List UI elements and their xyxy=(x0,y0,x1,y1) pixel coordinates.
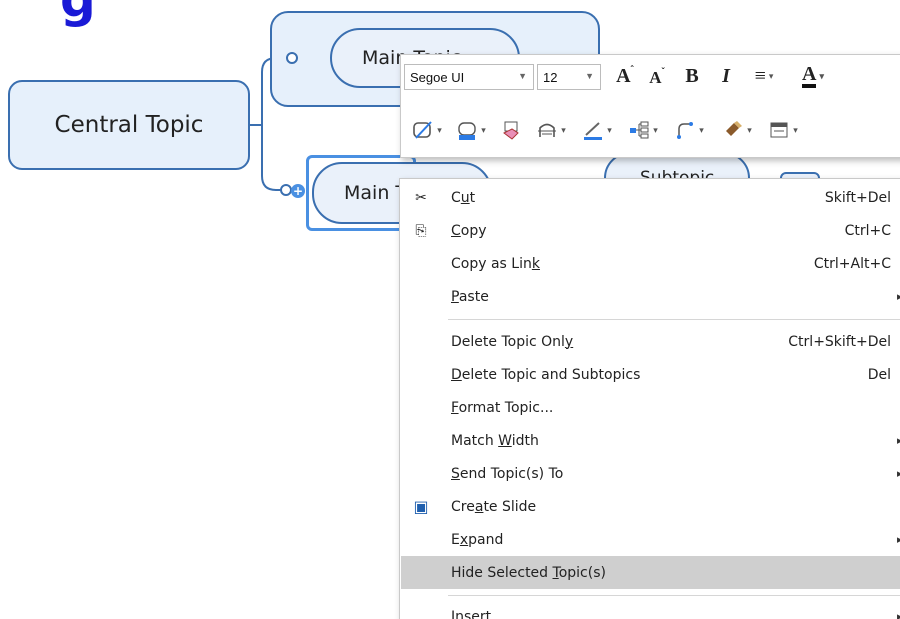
menu-item-delete-topic-only[interactable]: Delete Topic Only Ctrl+Skift+Del xyxy=(401,325,900,358)
menu-item-match-width[interactable]: Match Width ▸ xyxy=(401,424,900,457)
bold-icon[interactable]: B xyxy=(681,61,703,91)
add-topic-icon[interactable]: + xyxy=(291,184,305,198)
align-text-icon[interactable]: ≡ ▾ xyxy=(747,61,781,91)
font-size-value: 12 xyxy=(543,69,558,85)
italic-icon[interactable]: I xyxy=(715,61,737,91)
context-menu: ✂ Cut Skift+Del ⎘ Copy Ctrl+C Copy as Li… xyxy=(399,178,900,619)
canvas: g Main Topic Central Topic Main Topic + … xyxy=(0,0,900,619)
shortcut-label: Ctrl+Alt+C xyxy=(813,255,891,272)
menu-item-copy[interactable]: ⎘ Copy Ctrl+C xyxy=(401,214,900,247)
shortcut-label: Ctrl+C xyxy=(844,222,891,239)
more-options-icon[interactable]: ▾ xyxy=(763,115,803,145)
menu-item-copy-as-link[interactable]: Copy as Link Ctrl+Alt+C xyxy=(401,247,900,280)
font-name-select[interactable]: Segoe UI ▼ xyxy=(404,64,534,90)
menu-item-format-topic[interactable]: Format Topic... xyxy=(401,391,900,424)
menu-item-cut[interactable]: ✂ Cut Skift+Del xyxy=(401,181,900,214)
format-painter-icon[interactable]: ▾ xyxy=(717,115,757,145)
font-size-select[interactable]: 12 ▼ xyxy=(537,64,601,90)
slide-icon: ▣ xyxy=(413,497,429,516)
chevron-down-icon: ▼ xyxy=(585,71,594,81)
shrink-font-icon[interactable]: Aˇ xyxy=(645,63,669,93)
boundary-icon[interactable]: ▾ xyxy=(531,115,571,145)
menu-item-send-topics-to[interactable]: Send Topic(s) To ▸ xyxy=(401,457,900,490)
connector-icon[interactable]: ▾ xyxy=(669,115,709,145)
shortcut-label: Skift+Del xyxy=(824,189,891,206)
grow-font-icon[interactable]: Aˆ xyxy=(613,61,637,91)
font-name-value: Segoe UI xyxy=(410,69,465,85)
connector-main-2 xyxy=(261,125,292,191)
menu-item-paste[interactable]: Paste ▸ xyxy=(401,280,900,313)
chevron-down-icon: ▼ xyxy=(518,71,527,81)
menu-item-expand[interactable]: Expand ▸ xyxy=(401,523,900,556)
collapse-handle[interactable] xyxy=(286,52,298,64)
fill-color-icon[interactable]: ▾ xyxy=(451,115,491,145)
menu-item-delete-topic-and-subtopics[interactable]: Delete Topic and Subtopics Del xyxy=(401,358,900,391)
shortcut-label: Ctrl+Skift+Del xyxy=(788,333,891,350)
clear-format-icon[interactable] xyxy=(497,115,525,145)
menu-item-create-slide[interactable]: ▣ Create Slide xyxy=(401,490,900,523)
menu-separator xyxy=(448,595,900,596)
menu-item-hide-selected-topics[interactable]: Hide Selected Topic(s) xyxy=(401,556,900,589)
line-color-icon[interactable]: ▾ xyxy=(577,115,617,145)
layout-icon[interactable]: ▾ xyxy=(623,115,663,145)
menu-item-insert[interactable]: Insert ▸ xyxy=(401,600,900,619)
shortcut-label: Del xyxy=(867,366,891,383)
font-color-icon[interactable]: A ▾ xyxy=(789,61,837,91)
central-topic[interactable]: Central Topic xyxy=(8,80,250,170)
menu-separator xyxy=(448,319,900,320)
topic-shape-icon[interactable]: ▾ xyxy=(407,115,447,145)
mini-toolbar: Segoe UI ▼ 12 ▼ Aˆ Aˇ B I ≡ ▾ A ▾ ▾ ▾ ▾ … xyxy=(400,54,900,158)
